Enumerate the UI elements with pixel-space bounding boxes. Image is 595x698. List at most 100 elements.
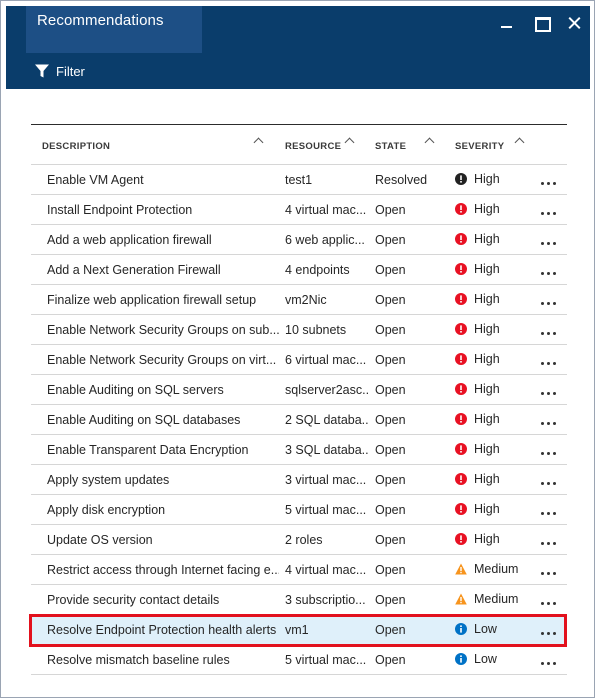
table-row[interactable]: Finalize web application firewall setup v… [31,285,567,315]
more-options-icon[interactable] [540,234,558,248]
cell-description: Add a Next Generation Firewall [47,263,221,277]
more-options-icon[interactable] [540,534,558,548]
more-options-icon[interactable] [540,264,558,278]
column-header-state[interactable]: STATE [375,141,406,152]
severity-label: High [474,292,500,306]
cell-state: Open [375,653,406,667]
cell-description: Restrict access through Internet facing … [47,563,279,577]
table-row[interactable]: Enable Transparent Data Encryption 3 SQL … [31,435,567,465]
high-severity-icon [455,443,467,455]
severity-label: High [474,412,500,426]
more-options-icon[interactable] [540,354,558,368]
severity-label: High [474,202,500,216]
table-row[interactable]: Enable Auditing on SQL databases 2 SQL da… [31,405,567,435]
more-options-icon[interactable] [540,384,558,398]
high-severity-icon [455,413,467,425]
severity-label: High [474,532,500,546]
table-row[interactable]: Provide security contact details 3 subscr… [31,585,567,615]
cell-state: Open [375,383,406,397]
severity-label: Low [474,652,497,666]
more-options-icon[interactable] [540,594,558,608]
table-row[interactable]: Enable VM Agent test1 Resolved High [31,165,567,195]
filter-icon [35,64,49,78]
sort-resource-icon[interactable] [344,137,356,147]
table-row[interactable]: Restrict access through Internet facing … [31,555,567,585]
severity-label: Low [474,622,497,636]
filter-button[interactable]: Filter [34,61,85,81]
more-options-icon[interactable] [540,474,558,488]
cell-resource: 4 virtual mac... [285,563,367,577]
more-options-icon[interactable] [540,414,558,428]
cell-state: Open [375,563,406,577]
cell-resource: 10 subnets [285,323,347,337]
title-block: Recommendations [26,6,202,53]
more-options-icon[interactable] [540,564,558,578]
cell-state: Open [375,293,406,307]
sort-description-icon[interactable] [253,137,265,147]
more-options-icon[interactable] [540,294,558,308]
cell-description: Enable Auditing on SQL databases [47,413,241,427]
table-row[interactable]: Apply system updates 3 virtual mac... Open… [31,465,567,495]
recommendations-blade: Recommendations Filter DESCRIPTION RESOU… [0,0,595,698]
more-options-icon[interactable] [540,204,558,218]
cell-description: Apply disk encryption [47,503,166,517]
table-row[interactable]: Enable Auditing on SQL servers sqlserver2… [31,375,567,405]
more-options-icon[interactable] [540,324,558,338]
table-row[interactable]: Enable Network Security Groups on virt..… [31,345,567,375]
severity-label: Medium [474,562,519,576]
cell-resource: 6 web applic... [285,233,365,247]
cell-description: Resolve mismatch baseline rules [47,653,230,667]
table-row[interactable]: Enable Network Security Groups on sub...… [31,315,567,345]
table-row[interactable]: Add a Next Generation Firewall 4 endpoint… [31,255,567,285]
maximize-icon[interactable] [531,13,551,33]
cell-description: Enable Auditing on SQL servers [47,383,224,397]
cell-description: Finalize web application firewall setup [47,293,257,307]
more-options-icon[interactable] [540,504,558,518]
cell-state: Open [375,443,406,457]
more-options-icon[interactable] [540,174,558,188]
table-row[interactable]: Resolve Endpoint Protection health alert… [31,615,567,645]
column-header-severity[interactable]: SEVERITY [455,141,504,152]
more-options-icon[interactable] [540,444,558,458]
cell-resource: 4 endpoints [285,263,350,277]
resolved-high-icon [455,173,467,185]
severity-label: Medium [474,592,519,606]
minimize-icon[interactable] [497,13,517,33]
table-row[interactable]: Install Endpoint Protection 4 virtual mac… [31,195,567,225]
cell-resource: 4 virtual mac... [285,203,367,217]
cell-state: Open [375,233,406,247]
table-row[interactable]: Add a web application firewall 6 web appl… [31,225,567,255]
cell-state: Open [375,263,406,277]
sort-severity-icon[interactable] [514,137,526,147]
table-row[interactable]: Apply disk encryption 5 virtual mac... Ope… [31,495,567,525]
column-header-resource[interactable]: RESOURCE [285,141,341,152]
cell-description: Enable Network Security Groups on virt..… [47,353,277,367]
cell-state: Open [375,503,406,517]
cell-description: Update OS version [47,533,153,547]
cell-state: Open [375,413,406,427]
sort-state-icon[interactable] [424,137,436,147]
cell-description: Install Endpoint Protection [47,203,193,217]
close-icon[interactable] [565,13,585,33]
more-options-icon[interactable] [540,654,558,668]
cell-resource: 6 virtual mac... [285,353,367,367]
severity-label: High [474,352,500,366]
severity-label: High [474,232,500,246]
high-severity-icon [455,473,467,485]
blade-title: Recommendations [37,12,164,29]
high-severity-icon [455,323,467,335]
high-severity-icon [455,503,467,515]
severity-label: High [474,502,500,516]
column-header-description[interactable]: DESCRIPTION [42,141,110,152]
high-severity-icon [455,293,467,305]
table-row[interactable]: Update OS version 2 roles Open High [31,525,567,555]
cell-resource: vm2Nic [285,293,327,307]
severity-label: High [474,262,500,276]
severity-label: High [474,472,500,486]
blade-header: Recommendations Filter [6,6,590,89]
severity-label: High [474,322,500,336]
more-options-icon[interactable] [540,624,558,638]
table-row[interactable]: Resolve mismatch baseline rules 5 virtual… [31,645,567,675]
low-severity-icon [455,653,467,665]
filter-label: Filter [56,63,85,79]
